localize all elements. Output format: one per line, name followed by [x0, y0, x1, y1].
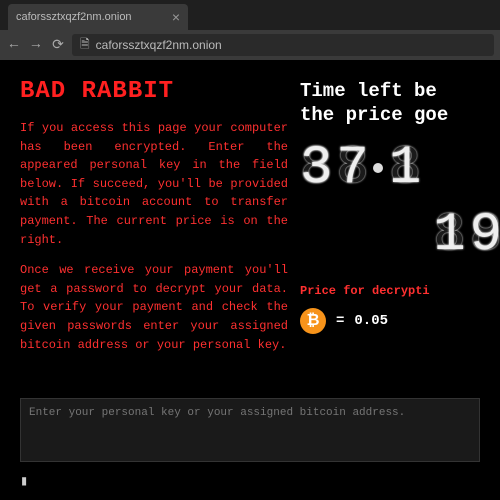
paragraph-1: If you access this page your computer ha… [20, 119, 288, 249]
url-bar[interactable]: 🗎 caforssztxqzf2nm.onion [72, 34, 494, 56]
page-content: BAD RABBIT If you access this page your … [0, 60, 500, 390]
countdown-bottom-row: 1 9 [300, 205, 500, 266]
price-row: ₿ = 0.05 [300, 308, 500, 334]
back-icon[interactable]: ← [6, 37, 22, 53]
input-area: ▮ [20, 398, 480, 490]
browser-chrome: caforssztxqzf2nm.onion × ← → ⟳ 🗎 caforss… [0, 0, 500, 60]
file-icon: 🗎 [80, 35, 90, 56]
digit: 1 [433, 205, 463, 266]
forward-icon[interactable]: → [28, 37, 44, 53]
reload-icon[interactable]: ⟳ [50, 37, 66, 54]
countdown-top-row: 3 7 1 [300, 138, 500, 199]
price-label: Price for decrypti [300, 284, 500, 298]
digit: 3 [300, 138, 330, 199]
tab-title: caforssztxqzf2nm.onion [16, 11, 132, 23]
left-column: BAD RABBIT If you access this page your … [20, 78, 300, 390]
digit: 1 [389, 138, 419, 199]
digit: 9 [470, 205, 500, 266]
url-text: caforssztxqzf2nm.onion [96, 38, 222, 52]
equals-sign: = [336, 313, 344, 329]
personal-key-input[interactable] [20, 398, 480, 462]
nav-bar: ← → ⟳ 🗎 caforssztxqzf2nm.onion [0, 30, 500, 60]
close-icon[interactable]: × [172, 9, 180, 25]
digit: 7 [336, 138, 366, 199]
browser-tab[interactable]: caforssztxqzf2nm.onion × [8, 4, 188, 30]
bitcoin-icon: ₿ [300, 308, 326, 334]
timer-label-line1: Time left be [300, 80, 500, 104]
timer-label-line2: the price goe [300, 104, 500, 128]
tab-bar: caforssztxqzf2nm.onion × [0, 0, 500, 30]
price-value: 0.05 [354, 313, 388, 329]
separator-dot [373, 163, 383, 173]
paragraph-2: Once we receive your payment you'll get … [20, 261, 288, 354]
cursor: ▮ [20, 473, 480, 490]
right-column: Time left be the price goe 3 7 1 1 9 Pri… [300, 78, 500, 390]
page-title: BAD RABBIT [20, 78, 288, 105]
